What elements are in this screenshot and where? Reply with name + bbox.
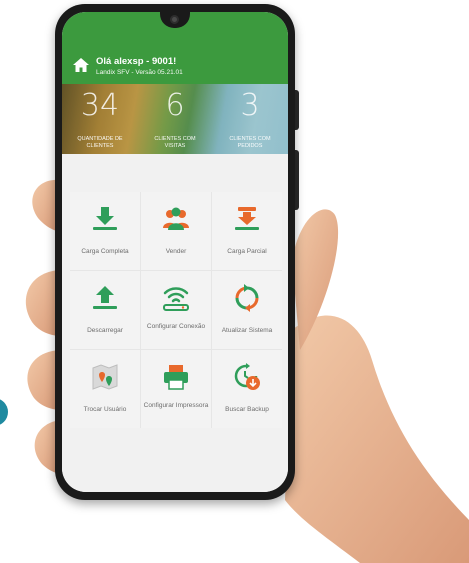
map-pins-icon — [92, 364, 118, 390]
greeting-text: Olá alexsp - 9001! — [96, 56, 177, 67]
menu-label: Buscar Backup — [225, 406, 269, 413]
menu-atualizar-sistema[interactable]: Atualizar Sistema — [212, 271, 282, 349]
menu-vender[interactable]: Vender — [141, 192, 211, 270]
menu-grid: Carga Completa Vender Carga Parcial Desc… — [70, 192, 282, 428]
stat-visits: 6 CLIENTES COM VISITAS — [145, 90, 205, 150]
download-icon — [93, 207, 117, 230]
stat-label: CLIENTES COM VISITAS — [154, 136, 196, 149]
menu-configurar-conexao[interactable]: Configurar Conexão — [141, 271, 211, 349]
menu-label: Carga Completa — [81, 248, 129, 255]
wifi-icon — [163, 287, 189, 311]
phone-screen: Olá alexsp - 9001! Landix SFV - Versão 0… — [62, 12, 288, 492]
menu-label: Descarregar — [87, 327, 123, 334]
camera-icon — [170, 15, 179, 24]
menu-label: Configurar Impressora — [143, 402, 209, 409]
menu-label: Atualizar Sistema — [221, 327, 273, 334]
menu-area: Carga Completa Vender Carga Parcial Desc… — [62, 154, 288, 492]
menu-label: Trocar Usuário — [83, 406, 127, 413]
menu-configurar-impressora[interactable]: Configurar Impressora — [141, 350, 211, 428]
phone-frame: Olá alexsp - 9001! Landix SFV - Versão 0… — [55, 4, 295, 500]
menu-buscar-backup[interactable]: Buscar Backup — [212, 350, 282, 428]
stat-value: 34 — [80, 88, 120, 123]
menu-trocar-usuario[interactable]: Trocar Usuário — [70, 350, 140, 428]
menu-label: Vender — [165, 248, 187, 255]
partial-load-icon — [235, 207, 259, 230]
menu-label: Configurar Conexão — [146, 323, 206, 330]
phone-power-button — [295, 150, 299, 210]
upload-icon — [93, 286, 117, 309]
users-icon — [163, 207, 189, 230]
stat-label: CLIENTES COM PEDIDOS — [229, 136, 271, 149]
stat-label: QUANTIDADE DE CLIENTES — [77, 136, 123, 149]
stat-clients: 34 QUANTIDADE DE CLIENTES — [70, 90, 130, 150]
stat-value: 3 — [240, 88, 260, 123]
refresh-icon — [235, 284, 259, 312]
menu-carga-parcial[interactable]: Carga Parcial — [212, 192, 282, 270]
backup-icon — [234, 363, 260, 390]
menu-label: Carga Parcial — [227, 248, 267, 255]
phone-volume-button — [295, 90, 299, 130]
version-text: Landix SFV - Versão 05.21.01 — [96, 69, 183, 76]
menu-descarregar[interactable]: Descarregar — [70, 271, 140, 349]
stat-value: 6 — [165, 88, 185, 123]
stats-banner: 34 QUANTIDADE DE CLIENTES 6 CLIENTES COM… — [62, 84, 288, 154]
stat-orders: 3 CLIENTES COM PEDIDOS — [220, 90, 280, 150]
menu-carga-completa[interactable]: Carga Completa — [70, 192, 140, 270]
printer-icon — [164, 365, 188, 390]
home-icon[interactable] — [72, 57, 90, 73]
